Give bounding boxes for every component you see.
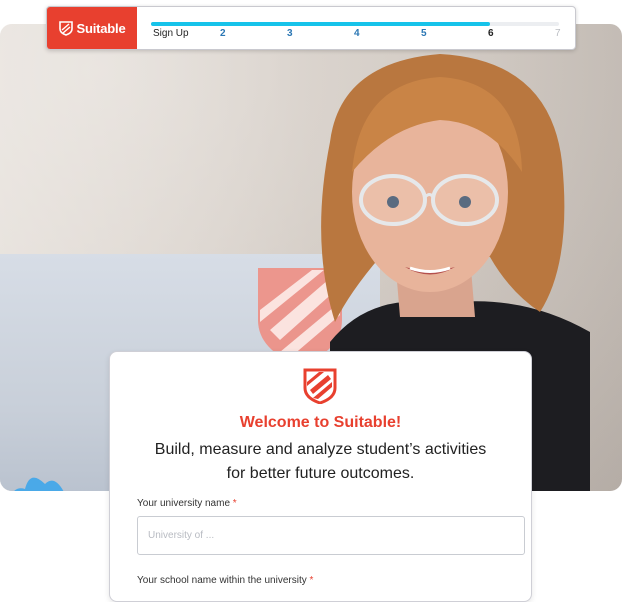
brand-logo[interactable]: Suitable (47, 7, 137, 49)
university-name-label: Your university name * (137, 498, 237, 509)
shield-logo-icon (58, 20, 73, 36)
university-name-label-text: Your university name (137, 498, 231, 509)
step-5[interactable]: 5 (421, 28, 427, 39)
step-3[interactable]: 3 (287, 28, 293, 39)
school-name-label: Your school name within the university * (137, 575, 313, 586)
university-name-input[interactable] (137, 516, 525, 555)
blue-decoration (14, 477, 64, 491)
brand-name: Suitable (76, 20, 126, 36)
step-6[interactable]: 6 (488, 28, 494, 39)
required-mark: * (232, 498, 237, 509)
signup-card: Welcome to Suitable! Build, measure and … (109, 351, 532, 602)
progress-fill (151, 22, 490, 26)
shield-logo-icon (303, 368, 337, 404)
required-mark: * (309, 575, 314, 586)
signup-progress-bar: Suitable Sign Up 2 3 4 5 6 7 (46, 6, 576, 50)
step-4[interactable]: 4 (354, 28, 360, 39)
step-7: 7 (555, 28, 561, 39)
tagline: Build, measure and analyze student’s act… (154, 441, 487, 482)
welcome-heading: Welcome to Suitable! (239, 414, 402, 431)
step-2[interactable]: 2 (220, 28, 226, 39)
progress-track (151, 22, 559, 26)
school-name-label-text: Your school name within the university (137, 575, 307, 586)
step-sign-up[interactable]: Sign Up (153, 28, 189, 39)
